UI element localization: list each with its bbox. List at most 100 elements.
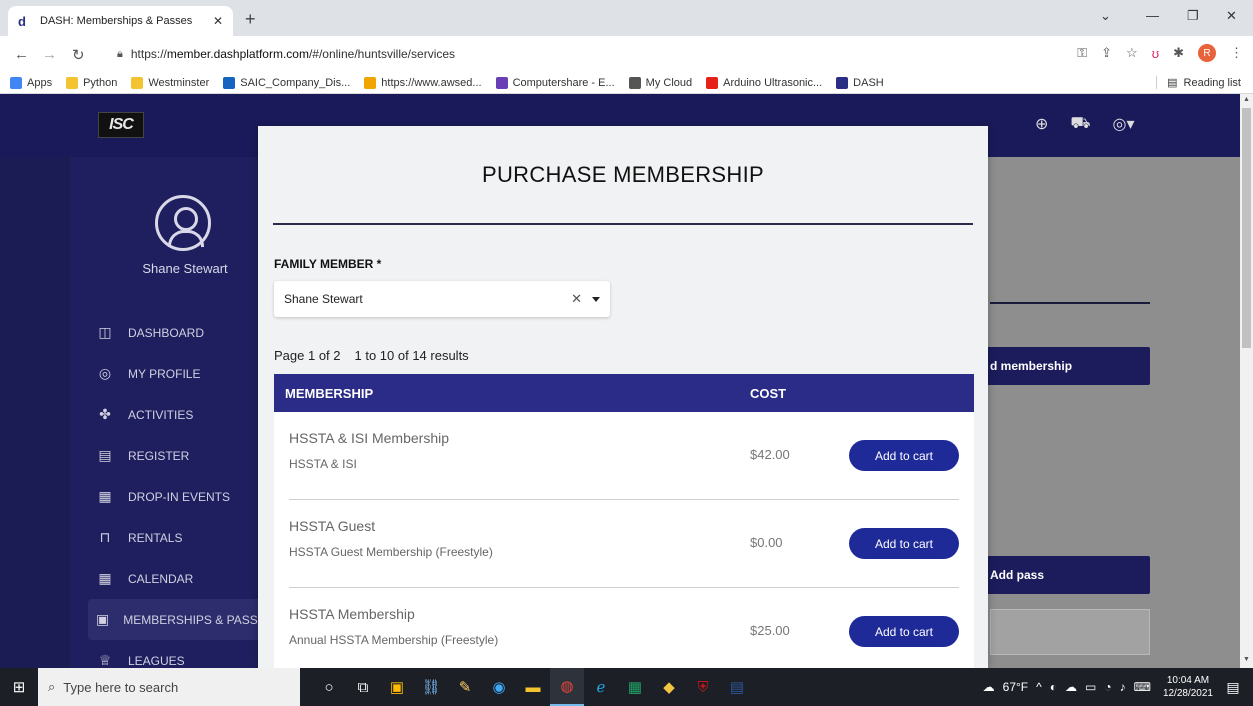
tab-search-chevron-icon[interactable]: ⌄ <box>1100 8 1111 24</box>
add-to-cart-button[interactable]: Add to cart <box>849 528 959 559</box>
sidebar-item-calendar[interactable]: ▦ CALENDAR <box>88 558 262 599</box>
address-bar[interactable]: 🔒︎ https://member.dashplatform.com/#/onl… <box>105 40 985 68</box>
sidebar-item-drop-in-events[interactable]: ▦ DROP-IN EVENTS <box>88 476 262 517</box>
isc-logo[interactable]: ISC <box>98 112 144 138</box>
add-membership-button[interactable]: d membership <box>978 347 1150 385</box>
weather-temp[interactable]: 67°F <box>1003 680 1028 694</box>
weather-icon[interactable]: ☁ <box>983 680 995 694</box>
table-header: MEMBERSHIP COST <box>274 374 974 412</box>
restore-icon[interactable]: ❐ <box>1187 8 1199 24</box>
new-tab-icon[interactable]: + <box>245 9 256 30</box>
page-scrollbar[interactable]: ▲ ▼ <box>1240 94 1253 668</box>
taskbar-apps: ○ ⧉ ▣ ⛓ ✎ ◉ ▬ ◍ ℯ ▦ ◆ ⛨ ▤ <box>312 668 754 706</box>
sidebar-item-activities[interactable]: ✤ ACTIVITIES <box>88 394 262 435</box>
store-icon[interactable]: ▣ <box>380 668 414 706</box>
sidebar-item-register[interactable]: ▤ REGISTER <box>88 435 262 476</box>
bookmark-item[interactable]: Computershare - E... <box>495 76 615 89</box>
bookmark-label: Westminster <box>148 76 210 89</box>
cart-icon[interactable]: ⛟ <box>1070 114 1090 134</box>
paint-icon[interactable]: ✎ <box>448 668 482 706</box>
language-icon[interactable]: ⌨ <box>1134 680 1151 694</box>
bookmark-item[interactable]: Westminster <box>131 76 210 89</box>
system-tray: ☁ 67°F ^ ◐ ☁ ▭ ◔ ♪ ⌨ 10:04 AM 12/28/2021… <box>983 668 1253 706</box>
table-row: HSSTA Guest HSSTA Guest Membership (Free… <box>289 500 959 588</box>
modal-divider <box>273 223 973 225</box>
date: 12/28/2021 <box>1162 688 1213 699</box>
bookmark-item[interactable]: DASH <box>836 76 884 89</box>
windows-start-icon[interactable]: ⊞ <box>0 668 38 706</box>
package-icon <box>364 76 377 89</box>
bookmark-label: Arduino Ultrasonic... <box>723 76 823 89</box>
family-member-select[interactable]: Shane Stewart ✕ <box>274 281 610 317</box>
bookmarks-bar: Apps Python Westminster SAIC_Company_Dis...… <box>0 72 1253 94</box>
membership-name: HSSTA Membership <box>289 606 415 622</box>
sidebar-item-leagues[interactable]: ♕ LEAGUES <box>88 640 262 668</box>
bookmark-label: SAIC_Company_Dis... <box>240 76 351 89</box>
scroll-thumb[interactable] <box>1242 108 1251 348</box>
mcafee-icon[interactable]: ⛨ <box>686 668 720 706</box>
sidebar-item-memberships-passes[interactable]: ▣ MEMBERSHIPS & PASSES <box>88 599 262 640</box>
screen: d DASH: Memberships & Passes ✕ + ⌄ — ❐ ✕… <box>0 0 1253 706</box>
internet-explorer-icon[interactable]: ℯ <box>584 668 618 706</box>
word-icon[interactable]: ▤ <box>720 668 754 706</box>
pocket-icon[interactable]: ʊ <box>1152 46 1159 61</box>
excel-icon[interactable]: ▦ <box>618 668 652 706</box>
membership-description: HSSTA Guest Membership (Freestyle) <box>289 545 493 559</box>
extensions-icon[interactable]: ✱ <box>1173 45 1184 61</box>
onedrive-icon[interactable]: ☁ <box>1065 680 1077 694</box>
browser-tab[interactable]: d DASH: Memberships & Passes ✕ <box>8 6 233 36</box>
close-window-icon[interactable]: ✕ <box>1226 8 1237 24</box>
scroll-up-icon[interactable]: ▲ <box>1242 96 1251 106</box>
volume-icon[interactable]: ♪ <box>1120 680 1126 694</box>
membership-name: HSSTA Guest <box>289 518 376 534</box>
pagination-info: Page 1 of 2 1 to 10 of 14 results <box>274 348 469 363</box>
tab-close-icon[interactable]: ✕ <box>213 14 223 28</box>
globe-icon[interactable]: ⊕ <box>1035 114 1048 134</box>
taskbar-search[interactable]: ⌕ Type here to search <box>38 668 300 706</box>
tray-chevron-icon[interactable]: ^ <box>1036 680 1042 694</box>
forward-icon[interactable]: → <box>42 46 57 63</box>
add-to-cart-button[interactable]: Add to cart <box>849 616 959 647</box>
sidebar-item-dashboard[interactable]: ◫ DASHBOARD <box>88 312 262 353</box>
bookmark-item[interactable]: https://www.awsed... <box>364 76 482 89</box>
minimize-icon[interactable]: — <box>1146 8 1159 23</box>
cortana-icon[interactable]: ○ <box>312 668 346 706</box>
sidebar-item-label: LEAGUES <box>128 653 185 668</box>
dashboard-icon: ◫ <box>98 324 112 340</box>
bookmark-item[interactable]: Apps <box>10 76 52 89</box>
app-icon[interactable]: ◆ <box>652 668 686 706</box>
file-explorer-icon[interactable]: ▬ <box>516 668 550 706</box>
share-icon[interactable]: ⇪ <box>1101 45 1112 61</box>
bookmark-label: DASH <box>853 76 884 89</box>
notifications-icon[interactable]: ▤ <box>1221 679 1245 696</box>
back-icon[interactable]: ← <box>14 46 29 63</box>
add-to-cart-button[interactable]: Add to cart <box>849 440 959 471</box>
tray-app-icon[interactable]: ◐ <box>1050 680 1057 694</box>
table-row: HSSTA Membership Annual HSSTA Membership… <box>289 588 959 668</box>
add-pass-button[interactable]: Add pass <box>978 556 1150 594</box>
bookmark-item[interactable]: SAIC_Company_Dis... <box>223 76 351 89</box>
dropdown-caret-icon[interactable] <box>592 296 600 302</box>
wifi-icon[interactable]: ◔ <box>1104 680 1111 694</box>
bookmark-item[interactable]: Python <box>66 76 117 89</box>
star-icon[interactable]: ☆ <box>1126 45 1138 61</box>
task-view-icon[interactable]: ⧉ <box>346 668 380 706</box>
network-icon[interactable]: ▭ <box>1085 680 1096 694</box>
chrome-icon[interactable]: ◍ <box>550 668 584 706</box>
menu-icon[interactable]: ⋮ <box>1230 45 1243 61</box>
membership-cost: $0.00 <box>750 535 783 550</box>
clock[interactable]: 10:04 AM 12/28/2021 <box>1163 674 1213 700</box>
bookmark-item[interactable]: Arduino Ultrasonic... <box>706 76 823 89</box>
reload-icon[interactable]: ↻ <box>72 46 85 64</box>
sidebar-item-rentals[interactable]: ⊓ RENTALS <box>88 517 262 558</box>
edge-icon[interactable]: ◉ <box>482 668 516 706</box>
clear-icon[interactable]: ✕ <box>571 291 582 307</box>
network-app-icon[interactable]: ⛓ <box>414 668 448 706</box>
reading-list-button[interactable]: ▤ Reading list <box>1156 76 1241 89</box>
sidebar-item-my-profile[interactable]: ◎ MY PROFILE <box>88 353 262 394</box>
profile-avatar[interactable]: R <box>1198 44 1216 62</box>
scroll-down-icon[interactable]: ▼ <box>1242 656 1251 666</box>
bookmark-item[interactable]: My Cloud <box>628 76 692 89</box>
key-icon[interactable]: ⚿ <box>1077 45 1087 61</box>
account-menu-icon[interactable]: ◎▾ <box>1113 114 1135 134</box>
